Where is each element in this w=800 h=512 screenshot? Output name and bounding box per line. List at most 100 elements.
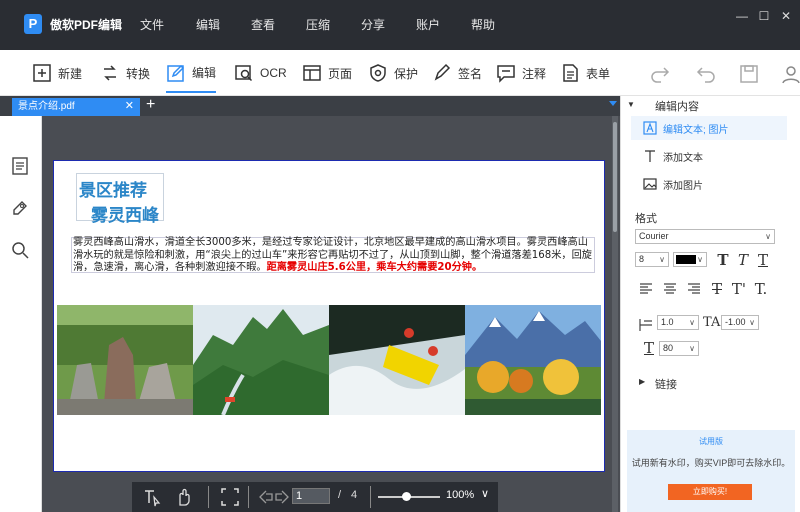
sign-label: 签名: [458, 66, 483, 81]
document-tab-title: 景点介绍.pdf: [18, 101, 75, 112]
photo-autumn-peaks[interactable]: [465, 305, 601, 415]
sign-button[interactable]: 签名: [432, 60, 482, 86]
menu-account[interactable]: 账户: [416, 16, 440, 33]
ocr-button[interactable]: OCR: [234, 60, 287, 86]
ocr-icon: [235, 65, 253, 82]
bold-icon[interactable]: T: [715, 252, 731, 268]
photo-rafting[interactable]: [329, 305, 465, 415]
add-image-option[interactable]: 添加图片: [631, 172, 787, 196]
menu-edit[interactable]: 编辑: [196, 16, 220, 33]
convert-icon: [104, 65, 116, 81]
convert-label: 转换: [126, 66, 151, 81]
add-text-option[interactable]: 添加文本: [631, 144, 787, 168]
menu-compress[interactable]: 压缩: [306, 16, 330, 33]
page-icon: [303, 65, 321, 81]
text-select-icon[interactable]: [142, 487, 162, 507]
subscript-icon[interactable]: T.: [753, 281, 769, 297]
menu-share[interactable]: 分享: [361, 16, 385, 33]
edit-button[interactable]: 编辑: [166, 60, 217, 93]
zoom-slider-knob[interactable]: [401, 492, 411, 501]
align-center-icon[interactable]: [663, 282, 677, 296]
title-bar: P 傲软PDF编辑 文件 编辑 查看 压缩 分享 账户 帮助 — ☐ ✕: [0, 0, 800, 50]
font-color-swatch: [676, 255, 696, 264]
font-size-value: 8: [639, 254, 645, 264]
collapse-arrow-icon[interactable]: ▼: [627, 100, 635, 109]
trial-text: 试用新有水印，购买VIP即可去除水印。: [631, 458, 791, 468]
convert-button[interactable]: 转换: [100, 60, 150, 86]
hand-icon[interactable]: [174, 487, 194, 507]
vertical-scrollbar[interactable]: [612, 116, 618, 512]
edit-text-icon: [643, 121, 657, 135]
comment-icon: [497, 65, 515, 83]
heading-line-1: 景区推荐: [79, 181, 147, 201]
buy-now-button[interactable]: 立即购买!: [668, 484, 752, 500]
tab-list-arrow-icon[interactable]: [609, 101, 617, 106]
shield-icon: [370, 64, 386, 82]
next-page-icon[interactable]: [272, 487, 292, 507]
new-button[interactable]: 新建: [32, 60, 82, 86]
bookmark-icon[interactable]: [10, 198, 30, 218]
left-sidebar: [0, 116, 42, 512]
protect-label: 保护: [394, 66, 419, 81]
chevron-down-icon: ∨: [765, 232, 771, 241]
trial-title: 试用版: [699, 437, 723, 446]
format-section-title: 格式: [635, 213, 657, 225]
photo-mountain-valley[interactable]: [193, 305, 329, 415]
menu-help[interactable]: 帮助: [471, 16, 495, 33]
superscript-icon[interactable]: T': [731, 281, 747, 297]
scrollbar-thumb[interactable]: [613, 122, 617, 232]
add-text-label: 添加文本: [663, 152, 703, 164]
font-family-select[interactable]: Courier ∨: [635, 229, 775, 244]
expand-arrow-icon[interactable]: ▶: [639, 377, 645, 386]
fit-page-icon[interactable]: [220, 487, 240, 507]
ocr-label: OCR: [260, 66, 287, 80]
undo-icon[interactable]: [694, 63, 716, 85]
app-logo-icon: P: [24, 14, 42, 34]
search-icon[interactable]: [10, 240, 30, 260]
edit-section-title: 编辑内容: [655, 101, 699, 113]
photo-rock-garden[interactable]: [57, 305, 193, 415]
page-separator: /: [338, 489, 342, 501]
close-window-icon[interactable]: ✕: [776, 8, 796, 24]
protect-button[interactable]: 保护: [368, 60, 418, 86]
redo-icon[interactable]: [650, 63, 672, 85]
font-size-select[interactable]: 8 ∨: [635, 252, 669, 267]
zoom-value: 100%: [446, 489, 475, 501]
nav-separator: [248, 486, 249, 508]
edit-label: 编辑: [192, 66, 217, 80]
user-icon[interactable]: [780, 63, 800, 85]
new-icon: [33, 64, 51, 82]
align-right-icon[interactable]: [687, 282, 701, 296]
font-color-select[interactable]: ∨: [673, 252, 707, 267]
add-tab-icon[interactable]: +: [146, 96, 160, 114]
page-button[interactable]: 页面: [302, 60, 352, 86]
annotate-button[interactable]: 注释: [496, 60, 546, 86]
close-tab-icon[interactable]: ✕: [125, 98, 134, 115]
line-spacing-select[interactable]: 1.0 ∨: [657, 315, 699, 330]
form-button[interactable]: 表单: [560, 60, 610, 86]
line-spacing-value: 1.0: [661, 317, 674, 327]
align-left-icon[interactable]: [639, 282, 653, 296]
document-tab[interactable]: 景点介绍.pdf ✕: [12, 98, 140, 116]
italic-icon[interactable]: T: [735, 252, 751, 268]
scale-select[interactable]: 80 ∨: [659, 341, 699, 356]
menu-file[interactable]: 文件: [140, 16, 164, 33]
total-pages: 4: [351, 489, 358, 501]
menu-view[interactable]: 查看: [251, 16, 275, 33]
text-icon: [645, 150, 655, 162]
strikethrough-icon[interactable]: T: [709, 281, 725, 297]
char-spacing-select[interactable]: -1.00 ∨: [721, 315, 759, 330]
minimize-icon[interactable]: —: [732, 8, 752, 24]
current-page-input[interactable]: 1: [292, 488, 330, 504]
link-section-title[interactable]: 链接: [655, 376, 677, 392]
maximize-icon[interactable]: ☐: [754, 8, 774, 24]
pen-icon: [434, 63, 451, 81]
form-label: 表单: [586, 66, 611, 81]
edit-text-image-option[interactable]: 编辑文本; 图片: [631, 116, 787, 140]
page-navigation-bar: 1 / 4 100% ∨: [132, 482, 498, 512]
zoom-dropdown-icon[interactable]: ∨: [481, 487, 489, 500]
thumbnails-icon[interactable]: [10, 156, 30, 176]
scale-value: 80: [663, 343, 674, 353]
underline-icon[interactable]: T: [755, 252, 771, 268]
save-icon[interactable]: [738, 63, 760, 85]
